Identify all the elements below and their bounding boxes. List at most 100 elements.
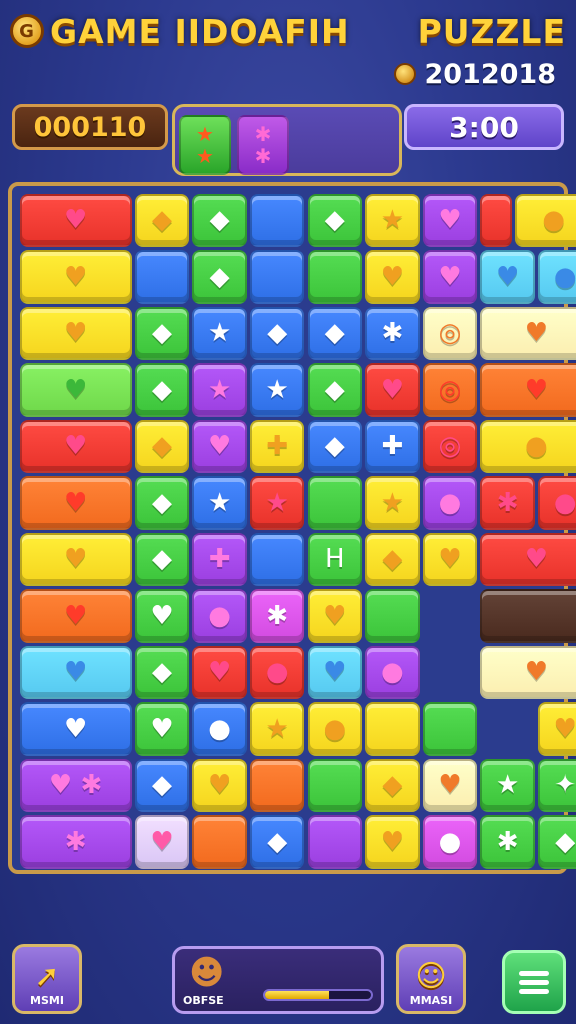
board-tile[interactable] (249, 532, 305, 586)
board-tile[interactable] (249, 758, 305, 812)
board-tile[interactable]: ◆ (537, 815, 576, 869)
board-tile[interactable]: ◆ (249, 815, 305, 869)
board-tile[interactable]: ★ (365, 193, 420, 247)
board-tile[interactable]: ♥ (365, 363, 420, 417)
board-tile[interactable]: ★ (480, 758, 535, 812)
shuffle-button[interactable]: ➚ MSMI (12, 944, 82, 1014)
board-tile[interactable]: ✱ (19, 815, 132, 869)
board-tile[interactable]: ◆ (134, 645, 190, 699)
board-tile[interactable]: ♥ (365, 815, 420, 869)
board-tile[interactable]: ♥ (19, 645, 132, 699)
board-tile[interactable]: ✱ (365, 306, 420, 360)
board-tile[interactable]: ◆ (134, 306, 190, 360)
board-tile[interactable]: ◆ (134, 193, 190, 247)
board-tile[interactable]: ● (192, 589, 247, 643)
board-tile[interactable]: ● (307, 702, 363, 756)
board-tile[interactable]: ♥ (422, 758, 478, 812)
board-tile[interactable]: ★ (249, 702, 305, 756)
board-tile[interactable]: ◎ (422, 306, 478, 360)
board-tile[interactable]: ♥ (422, 193, 478, 247)
board-tile[interactable]: ◆ (134, 758, 190, 812)
board-tile[interactable]: ◆ (307, 419, 363, 473)
board-tile[interactable] (192, 815, 247, 869)
board-tile[interactable]: ● (422, 815, 478, 869)
board-tile[interactable]: ♥ (19, 532, 132, 586)
board-tile[interactable]: ♥ (422, 250, 478, 304)
board-tile[interactable]: ♥ (134, 589, 190, 643)
board-tile[interactable]: ♥ (480, 250, 535, 304)
board-tile[interactable]: ♥ (19, 702, 132, 756)
board-tile[interactable]: ✱ (249, 589, 305, 643)
board-tile[interactable]: ★ (249, 363, 305, 417)
board-tile[interactable]: ◆ (249, 306, 305, 360)
board-tile[interactable]: ◆ (134, 532, 190, 586)
board-tile[interactable]: ● (365, 645, 420, 699)
board-tile[interactable]: ✚ (249, 419, 305, 473)
board-tile[interactable]: ♥ (134, 815, 190, 869)
board-tile[interactable]: ♥ (422, 532, 478, 586)
board-tile[interactable]: ♥ (19, 419, 132, 473)
board-tile[interactable]: ● (192, 702, 247, 756)
board-tile[interactable]: ★ (192, 306, 247, 360)
board-tile[interactable]: ◆ (192, 250, 247, 304)
board-tile[interactable] (249, 193, 305, 247)
board-tile[interactable]: ♥ (19, 306, 132, 360)
board-tile[interactable]: ♥ (480, 306, 576, 360)
board-tile[interactable] (480, 193, 512, 247)
board-tile[interactable]: ● (514, 193, 576, 247)
board-tile[interactable]: ♥ (19, 476, 132, 530)
board-tile[interactable]: ♥ (19, 250, 132, 304)
board-tile[interactable]: ♥ (19, 589, 132, 643)
board-tile[interactable] (307, 758, 363, 812)
board-tile[interactable] (365, 702, 420, 756)
board-tile[interactable]: ◎ (422, 419, 478, 473)
board-tile[interactable]: ● (537, 476, 576, 530)
board-tile[interactable]: ◎ (422, 363, 478, 417)
board-tile[interactable] (422, 702, 478, 756)
board-tile[interactable]: ✱ (480, 815, 535, 869)
board-tile[interactable] (307, 476, 363, 530)
board-tile[interactable]: ◆ (307, 363, 363, 417)
board-tile[interactable]: ★ (365, 476, 420, 530)
board-tile[interactable]: ♥ (480, 532, 576, 586)
board-tile[interactable]: ♥ (307, 589, 363, 643)
board-tile[interactable]: ◆ (134, 476, 190, 530)
board-tile[interactable]: ♥ (192, 645, 247, 699)
board-tile[interactable]: ♥ (307, 645, 363, 699)
board-tile[interactable]: ★ (192, 476, 247, 530)
board-tile[interactable] (480, 589, 576, 643)
board-tile[interactable]: ✚ (192, 532, 247, 586)
board-tile[interactable]: ✱ (480, 476, 535, 530)
board-tile[interactable] (249, 250, 305, 304)
board-tile[interactable]: ♥ (537, 702, 576, 756)
board-tile[interactable]: ✦ (537, 758, 576, 812)
board-tile[interactable]: ♥ (192, 419, 247, 473)
board-tile[interactable] (134, 250, 190, 304)
board-tile[interactable] (365, 589, 420, 643)
board-tile[interactable]: ● (537, 250, 576, 304)
game-board[interactable]: ♥ ◆ ◆ ◆ ★ ♥ ● ♥ ◆ ♥ ♥ ♥ ● ♥ ◆ ★ ◆ ◆ ✱ ◎ ♥ ♥ ◆ ★ ★ ◆ ♥ ◎ ♥ ♥ ◆ ♥ ✚ ◆ ✚ ◎ ● ♥ ◆ ★… (8, 182, 576, 874)
board-tile[interactable]: ◆ (307, 306, 363, 360)
board-tile[interactable]: ◆ (307, 193, 363, 247)
board-tile[interactable] (307, 250, 363, 304)
board-tile[interactable]: ♥ ✱ (19, 758, 132, 812)
board-tile[interactable]: ◆ (365, 758, 420, 812)
board-tile[interactable]: ● (422, 476, 478, 530)
board-tile[interactable]: ♥ (19, 193, 132, 247)
booster-button[interactable]: ☺ MMASI (396, 944, 466, 1014)
board-tile[interactable]: ● (480, 419, 576, 473)
board-tile[interactable] (307, 815, 363, 869)
board-tile[interactable]: ★ (249, 476, 305, 530)
board-tile[interactable]: ♥ (19, 363, 132, 417)
board-tile[interactable]: ♥ (480, 363, 576, 417)
board-tile[interactable]: ◆ (134, 419, 190, 473)
board-tile[interactable]: ♥ (365, 250, 420, 304)
board-tile[interactable]: ♥ (480, 645, 576, 699)
board-tile[interactable]: ◆ (134, 363, 190, 417)
board-tile[interactable]: ♥ (192, 758, 247, 812)
menu-button[interactable] (502, 950, 566, 1014)
board-tile[interactable]: ● (249, 645, 305, 699)
board-tile[interactable]: H (307, 532, 363, 586)
board-tile[interactable]: ✚ (365, 419, 420, 473)
board-tile[interactable]: ★ (192, 363, 247, 417)
